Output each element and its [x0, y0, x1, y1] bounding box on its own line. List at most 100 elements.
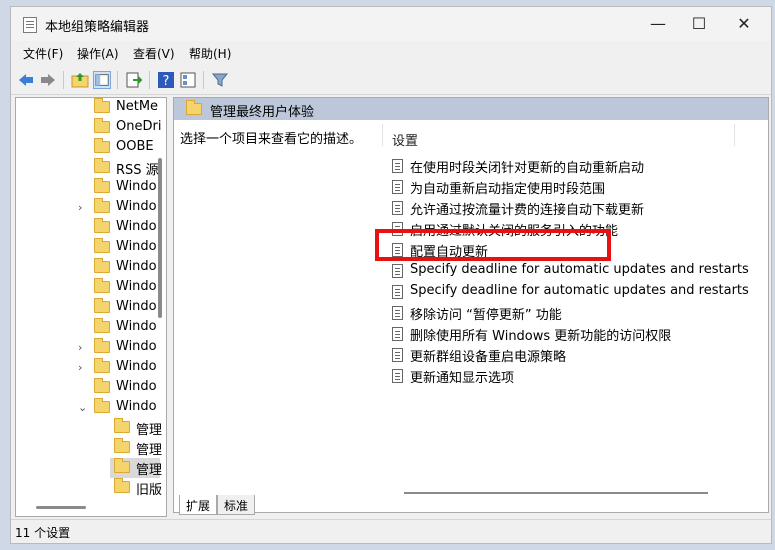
tree-item[interactable]: Windo	[16, 378, 166, 398]
column-divider[interactable]	[382, 124, 383, 146]
policy-editor-icon	[23, 17, 37, 33]
toolbar-divider	[117, 71, 118, 89]
policy-setting-icon	[392, 306, 403, 320]
setting-row[interactable]: 更新通知显示选项	[392, 366, 762, 386]
folder-icon	[94, 338, 110, 353]
column-divider[interactable]	[734, 124, 735, 146]
folder-icon	[94, 298, 110, 313]
folder-icon	[94, 158, 110, 173]
tree-item[interactable]: RSS 源	[16, 158, 166, 178]
description-text: 选择一个项目来查看它的描述。	[180, 132, 363, 147]
properties-icon[interactable]	[179, 71, 197, 89]
policy-setting-icon	[392, 264, 403, 278]
tree-subitem-selected[interactable]: 管理	[110, 458, 162, 478]
export-list-icon[interactable]	[125, 71, 143, 89]
setting-row[interactable]: 为自动重新启动指定使用时段范围	[392, 177, 762, 197]
tree-subitem[interactable]: 管理	[16, 418, 166, 438]
navigation-tree[interactable]: NetMe OneDri OOBE RSS 源 Windo › Windo Win…	[15, 97, 167, 517]
folder-icon	[94, 118, 110, 133]
setting-row[interactable]: 移除访问 “暂停更新” 功能	[392, 303, 762, 323]
close-button[interactable]: ✕	[721, 7, 767, 41]
menu-bar: 文件(F) 操作(A) 查看(V) 帮助(H)	[11, 41, 771, 65]
app-window: 本地组策略编辑器 — ☐ ✕ 文件(F) 操作(A) 查看(V) 帮助(H) ?…	[10, 6, 772, 544]
tree-item[interactable]: › Windo	[16, 198, 166, 218]
tree-item[interactable]: Windo	[16, 258, 166, 278]
chevron-right-icon[interactable]: ›	[78, 361, 82, 374]
toolbar: ?	[11, 65, 771, 95]
details-horizontal-scrollbar[interactable]	[404, 492, 708, 494]
toolbar-divider	[149, 71, 150, 89]
tree-vertical-scrollbar[interactable]	[158, 158, 162, 318]
filter-icon[interactable]	[211, 71, 229, 89]
setting-row[interactable]: 允许通过按流量计费的连接自动下载更新	[392, 198, 762, 218]
tree-item[interactable]: Windo	[16, 218, 166, 238]
setting-row[interactable]: 删除使用所有 Windows 更新功能的访问权限	[392, 324, 762, 344]
policy-setting-icon	[392, 327, 403, 341]
tree-item[interactable]: OneDri	[16, 118, 166, 138]
folder-icon	[94, 378, 110, 393]
help-icon[interactable]: ?	[157, 71, 175, 89]
minimize-button[interactable]: —	[635, 7, 681, 41]
policy-setting-icon	[392, 201, 403, 215]
forward-arrow-icon[interactable]	[39, 71, 57, 89]
folder-icon	[114, 478, 130, 493]
folder-icon	[94, 198, 110, 213]
folder-icon	[94, 98, 110, 113]
tree-item[interactable]: NetMe	[16, 98, 166, 118]
title-bar[interactable]: 本地组策略编辑器 — ☐ ✕	[11, 7, 771, 41]
details-pane: 管理最终用户体验 选择一个项目来查看它的描述。 设置 在使用时段关闭针对更新的自…	[173, 97, 769, 513]
tree-horizontal-scrollbar[interactable]	[36, 506, 86, 509]
tab-extended[interactable]: 扩展	[179, 495, 218, 515]
policy-setting-icon	[392, 159, 403, 173]
folder-icon	[186, 100, 202, 115]
show-hide-tree-icon[interactable]	[93, 71, 111, 89]
toolbar-divider	[203, 71, 204, 89]
tree-subitem[interactable]: 旧版	[16, 478, 166, 498]
chevron-right-icon[interactable]: ›	[78, 201, 82, 214]
setting-row[interactable]: Specify deadline for automatic updates a…	[392, 282, 762, 302]
setting-row[interactable]: 在使用时段关闭针对更新的自动重新启动	[392, 156, 762, 176]
policy-setting-icon	[392, 369, 403, 383]
column-header-setting[interactable]: 设置	[392, 130, 418, 149]
window-title: 本地组策略编辑器	[45, 20, 150, 35]
tree-item[interactable]: Windo	[16, 178, 166, 198]
up-folder-icon[interactable]	[71, 71, 89, 89]
tree-item[interactable]: OOBE	[16, 138, 166, 158]
policy-setting-icon	[392, 180, 403, 194]
folder-icon	[94, 398, 110, 413]
tree-subitem[interactable]: 管理	[16, 438, 166, 458]
tree-item[interactable]: Windo	[16, 238, 166, 258]
back-arrow-icon[interactable]	[17, 71, 35, 89]
menu-view[interactable]: 查看(V)	[133, 45, 175, 62]
folder-icon	[114, 438, 130, 453]
folder-icon	[94, 358, 110, 373]
folder-icon	[94, 138, 110, 153]
setting-row[interactable]: 更新群组设备重启电源策略	[392, 345, 762, 365]
folder-icon	[94, 278, 110, 293]
folder-icon	[94, 258, 110, 273]
tree-item[interactable]: › Windo	[16, 358, 166, 378]
tree-item[interactable]: › Windo	[16, 338, 166, 358]
tree-item[interactable]: Windo	[16, 318, 166, 338]
folder-icon	[94, 218, 110, 233]
menu-action[interactable]: 操作(A)	[77, 45, 119, 62]
svg-text:?: ?	[163, 74, 170, 89]
chevron-down-icon[interactable]: ⌄	[78, 401, 87, 414]
tab-standard[interactable]: 标准	[217, 495, 256, 515]
red-highlight-box	[375, 229, 611, 261]
menu-help[interactable]: 帮助(H)	[189, 45, 231, 62]
status-bar: 11 个设置	[11, 519, 771, 543]
tree-item[interactable]: ⌄ Windo	[16, 398, 166, 418]
tree-item[interactable]: Windo	[16, 298, 166, 318]
menu-file[interactable]: 文件(F)	[23, 45, 63, 62]
policy-setting-icon	[392, 348, 403, 362]
pane-header: 管理最终用户体验	[174, 98, 768, 120]
folder-icon	[114, 458, 130, 473]
maximize-button[interactable]: ☐	[676, 7, 722, 41]
setting-row[interactable]: Specify deadline for automatic updates a…	[392, 261, 762, 281]
tree-item[interactable]: Windo	[16, 278, 166, 298]
toolbar-divider	[63, 71, 64, 89]
chevron-right-icon[interactable]: ›	[78, 341, 82, 354]
pane-title: 管理最终用户体验	[210, 105, 315, 120]
policy-setting-icon	[392, 285, 403, 299]
